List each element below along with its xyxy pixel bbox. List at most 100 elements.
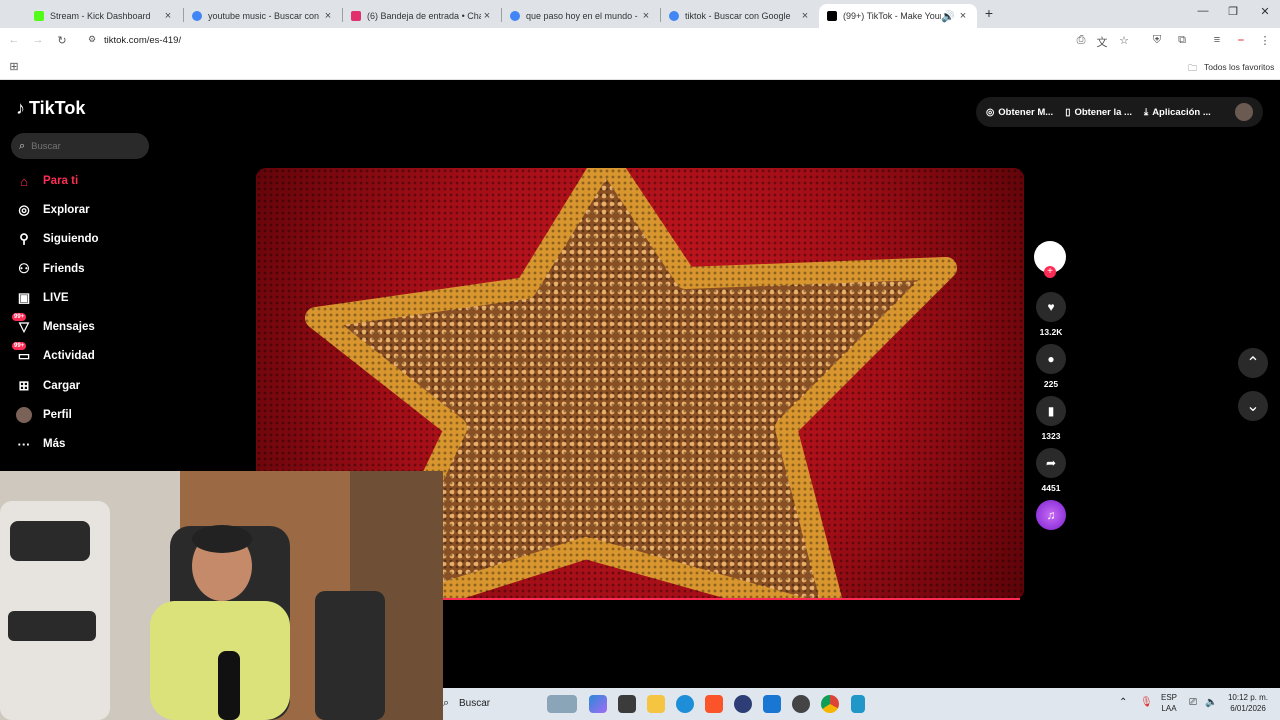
copilot-icon[interactable]: [589, 695, 607, 713]
media-icon[interactable]: ≡: [1209, 34, 1225, 46]
download-icon: ⤓: [1143, 106, 1149, 118]
search-input[interactable]: [31, 140, 132, 152]
language-indicator[interactable]: ESP LAA: [1161, 692, 1177, 714]
taskbar-search[interactable]: Buscar: [459, 698, 490, 709]
nav-live[interactable]: ▣ LIVE: [16, 288, 69, 308]
lang-top: ESP: [1161, 693, 1178, 702]
brave-icon[interactable]: [705, 695, 723, 713]
save-button[interactable]: ▮: [1036, 396, 1066, 426]
comment-icon: ●: [1047, 352, 1055, 366]
share-button[interactable]: ➦: [1036, 448, 1066, 478]
nav-actividad[interactable]: ▭ 99+ Actividad: [12, 342, 95, 366]
address-bar[interactable]: [80, 31, 1142, 53]
chrome-icon[interactable]: [821, 695, 839, 713]
speaker-icon[interactable]: 🔊: [941, 10, 955, 23]
like-count: 13.2K: [1039, 327, 1063, 337]
back-icon[interactable]: ←: [6, 34, 22, 46]
tiktok-icon: [827, 11, 837, 21]
close-icon[interactable]: ×: [799, 10, 811, 22]
nav-siguiendo[interactable]: ⚲ Siguiendo: [16, 229, 98, 249]
store-icon[interactable]: [618, 695, 636, 713]
nav-label: Más: [43, 438, 66, 450]
nav-explorar[interactable]: ◎ Explorar: [16, 200, 89, 220]
google-icon: [510, 11, 520, 21]
file-explorer-icon[interactable]: [647, 695, 665, 713]
tab-tiktok[interactable]: (99+) TikTok - Make Your Day 🔊 ×: [819, 4, 977, 28]
tiktok-note-icon: ♪: [16, 98, 25, 118]
extensions-icon[interactable]: ⧉: [1174, 34, 1190, 47]
edge-icon[interactable]: [676, 695, 694, 713]
nav-label: Cargar: [43, 380, 81, 392]
tab-title: que paso hoy en el mundo - Buscar con Go…: [526, 11, 640, 21]
avatar[interactable]: [1235, 103, 1253, 121]
mail-icon[interactable]: [763, 695, 781, 713]
close-icon[interactable]: ×: [481, 10, 493, 22]
microphone-icon[interactable]: 🎙: [1140, 697, 1153, 708]
close-window-icon[interactable]: ✕: [1250, 5, 1280, 18]
obs-icon[interactable]: [792, 695, 810, 713]
bookmark-icon: ▮: [1047, 404, 1055, 418]
new-tab-button[interactable]: +: [974, 5, 1004, 21]
video-progress-bar[interactable]: [443, 598, 1020, 600]
restore-icon[interactable]: ❐: [1218, 5, 1248, 18]
get-app-button[interactable]: ▯ Obtener la ...: [1065, 107, 1132, 118]
nav-mas[interactable]: ··· Más: [16, 434, 66, 454]
nav-friends[interactable]: ⚇ Friends: [16, 259, 84, 279]
tab-instagram[interactable]: (6) Bandeja de entrada • Chats ×: [343, 4, 501, 28]
search-icon: ⌕: [443, 697, 450, 709]
more-icon: ···: [17, 436, 31, 452]
top-actions-bar: ◎ Obtener M... ▯ Obtener la ... ⤓ Aplica…: [976, 97, 1263, 127]
all-bookmarks-link[interactable]: Todos los favoritos: [1204, 62, 1274, 72]
chevron-up-icon[interactable]: ⌃: [1119, 697, 1127, 708]
widgets-icon[interactable]: [547, 695, 577, 713]
tab-kick[interactable]: Stream - Kick Dashboard ×: [26, 4, 182, 28]
profile-icon[interactable]: ⎯: [1233, 34, 1249, 47]
menu-icon[interactable]: ⋮: [1257, 34, 1273, 47]
install-icon[interactable]: ⎙: [1073, 34, 1089, 47]
tab-youtube-music[interactable]: youtube music - Buscar con Google ×: [184, 4, 342, 28]
translate-icon[interactable]: 文: [1094, 34, 1110, 50]
network-icon[interactable]: ⎚: [1189, 697, 1197, 708]
close-icon[interactable]: ×: [640, 10, 652, 22]
search-box[interactable]: ⌕: [11, 133, 149, 159]
nav-mensajes[interactable]: ▽ 99+ Mensajes: [12, 313, 95, 337]
minimize-icon[interactable]: —: [1188, 5, 1218, 17]
nav-cargar[interactable]: ⊞ Cargar: [16, 376, 81, 396]
bookmark-star-icon[interactable]: ☆: [1116, 34, 1132, 47]
notepad-icon[interactable]: [851, 695, 865, 713]
like-button[interactable]: ♥: [1036, 292, 1066, 322]
follow-plus-icon[interactable]: +: [1044, 266, 1056, 278]
close-icon[interactable]: ×: [322, 10, 334, 22]
google-icon: [669, 11, 679, 21]
nav-para-ti[interactable]: ⌂ Para ti: [16, 171, 78, 191]
extension-shield-icon[interactable]: ⛨: [1149, 34, 1165, 47]
previous-video-button[interactable]: ⌃: [1238, 348, 1268, 378]
volume-icon[interactable]: 🔈: [1205, 697, 1217, 708]
reload-icon[interactable]: ↻: [54, 34, 70, 47]
browser-toolbar: ← → ↻ ⚙ tiktok.com/es-419/ ⎙ 文 ☆ ⛨ ⧉ ≡ ⎯…: [0, 28, 1280, 56]
tab-strip: Stream - Kick Dashboard × youtube music …: [0, 0, 1280, 28]
tab-title: tiktok - Buscar con Google: [685, 11, 791, 21]
close-icon[interactable]: ×: [957, 10, 969, 22]
chevron-up-icon: ⌃: [1246, 355, 1260, 372]
url-text[interactable]: tiktok.com/es-419/: [104, 35, 181, 46]
comment-button[interactable]: ●: [1036, 344, 1066, 374]
music-disc-icon[interactable]: ♫: [1036, 500, 1066, 530]
tiktok-logo[interactable]: ♪ TikTok: [16, 98, 85, 119]
tab-title: youtube music - Buscar con Google: [208, 11, 322, 21]
get-coins-button[interactable]: ◎ Obtener M...: [986, 107, 1053, 118]
logo-text: TikTok: [29, 98, 86, 118]
nav-label: Actividad: [43, 350, 95, 362]
nav-perfil[interactable]: Perfil: [16, 405, 72, 425]
tab-news-search[interactable]: que paso hoy en el mundo - Buscar con Go…: [502, 4, 660, 28]
webcam-scene: [0, 471, 443, 720]
app-icon[interactable]: [734, 695, 752, 713]
next-video-button[interactable]: ⌄: [1238, 391, 1268, 421]
desktop-app-button[interactable]: ⤓ Aplicación ...: [1144, 107, 1211, 118]
tab-tiktok-search[interactable]: tiktok - Buscar con Google ×: [661, 4, 819, 28]
clock[interactable]: 10:12 p. m. 6/01/2026: [1223, 692, 1273, 714]
site-info-icon[interactable]: ⚙: [84, 34, 100, 45]
close-icon[interactable]: ×: [162, 10, 174, 22]
apps-grid-icon[interactable]: ⊞: [6, 60, 22, 73]
forward-icon[interactable]: →: [30, 34, 46, 46]
